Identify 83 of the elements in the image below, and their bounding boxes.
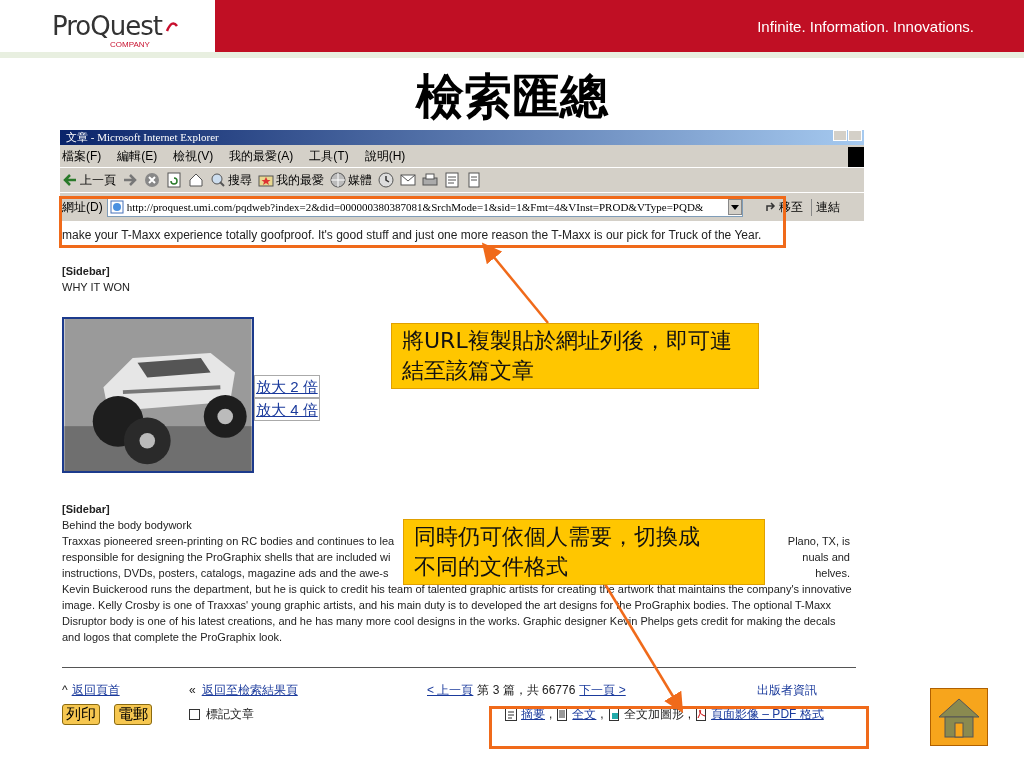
- refresh-icon: [166, 172, 182, 188]
- print-button[interactable]: 列印: [62, 703, 100, 725]
- slide-title: 檢索匯總: [416, 67, 608, 126]
- abstract-icon: [505, 707, 517, 721]
- envelope-icon: [400, 172, 416, 188]
- back-arrow-button[interactable]: 上一頁: [62, 171, 116, 189]
- comma-separator: ,: [687, 706, 692, 722]
- document-icon: [444, 172, 460, 188]
- menu-item[interactable]: 檔案(F): [62, 147, 102, 165]
- pdf-icon: [695, 707, 708, 721]
- checkbox[interactable]: [189, 708, 200, 720]
- back-to-top-link[interactable]: 返回頁首: [71, 682, 120, 698]
- dropdown-button[interactable]: [727, 199, 742, 215]
- article-text: Plano, TX, is: [787, 534, 850, 549]
- sidebar-heading: [Sidebar]: [62, 264, 111, 279]
- address-field[interactable]: http://proquest.umi.com/pqdweb?index=2&did=000000380387081&SrchMode=1&sid=1&Fmt=4&VInst=PROD&VType=PQD&: [106, 197, 743, 217]
- printer-icon: [422, 172, 438, 188]
- home-button[interactable]: [930, 688, 988, 746]
- links-label[interactable]: 連結: [815, 198, 840, 216]
- search-icon: [210, 172, 226, 188]
- page-graphic-icon: [607, 707, 620, 721]
- previous-link[interactable]: < 上一頁: [427, 682, 474, 698]
- caret-icon: [730, 204, 739, 210]
- double-chevron: «: [189, 682, 196, 698]
- article-text: responsible for designing the ProGraphix shells that are included wi: [62, 550, 391, 565]
- publisher-link[interactable]: 出版者資訊: [757, 682, 817, 698]
- caret-mark: ^: [62, 682, 68, 698]
- callout-note: 將URL複製貼於網址列後，即可連結至該篇文章: [391, 323, 759, 389]
- clock-icon: [378, 172, 394, 188]
- menu-item[interactable]: 說明(H): [364, 147, 406, 165]
- back-arrow-icon: [62, 172, 78, 188]
- globe-icon: [330, 172, 346, 188]
- printer-button[interactable]: [422, 172, 438, 188]
- format-link[interactable]: 全文: [572, 706, 597, 722]
- clock-button[interactable]: [378, 172, 394, 188]
- envelope-button[interactable]: [400, 172, 416, 188]
- forward-arrow-button[interactable]: [122, 172, 138, 188]
- stop-icon: [144, 172, 160, 188]
- window-title: 文章 - Microsoft Internet Explorer: [65, 130, 219, 145]
- format-link[interactable]: 頁面影像 – PDF 格式: [711, 706, 824, 722]
- tagline: Infinite. Information. Innovations.: [757, 17, 974, 35]
- article-text: instructions, DVDs, posters, catalogs, magazine ads and the awe-s: [62, 566, 389, 581]
- article-text: nuals and: [802, 550, 850, 565]
- house-icon: [188, 172, 204, 188]
- forward-arrow-icon: [122, 172, 138, 188]
- zoom-link[interactable]: 放大 4 倍: [254, 398, 320, 421]
- globe-button[interactable]: 媒體: [330, 171, 372, 189]
- house-button[interactable]: [188, 172, 204, 188]
- page-icon: [466, 172, 482, 188]
- sidebar-heading: [Sidebar]: [62, 502, 111, 517]
- results-link[interactable]: 返回至檢索結果頁: [201, 682, 298, 698]
- format-link[interactable]: 摘要: [521, 706, 545, 722]
- browser-page-icon: [109, 200, 124, 214]
- address-label: 網址(D): [62, 198, 103, 216]
- comma-separator: ,: [549, 706, 553, 722]
- email-button[interactable]: 電郵: [114, 703, 152, 725]
- sidebar-subtitle: Behind the body bodywork: [62, 518, 193, 533]
- menu-item[interactable]: 我的最愛(A): [229, 147, 294, 165]
- url-text: http://proquest.umi.com/pqdweb?index=2&did=000000380387081&SrchMode=1&sid=1&Fmt=4&VInst=PROD&VType=PQD&: [126, 201, 705, 213]
- logo-text: ProQuest: [52, 11, 162, 41]
- position-text: 第 3 篇，共 66776: [477, 682, 576, 698]
- logo-subtext: COMPANY: [110, 40, 150, 49]
- menu-item[interactable]: 編輯(E): [117, 147, 158, 165]
- page-icon: [556, 707, 569, 721]
- windows-logo-icon: [848, 147, 864, 167]
- article-text: helves.: [815, 566, 850, 581]
- comma-separator: ,: [600, 706, 604, 722]
- search-button[interactable]: 搜尋: [210, 171, 252, 189]
- folder-star-button[interactable]: 我的最愛: [258, 171, 324, 189]
- go-arrow-icon: [764, 201, 777, 213]
- refresh-button[interactable]: [166, 172, 182, 188]
- page-button[interactable]: [466, 172, 482, 188]
- article-paragraph: make your T-Maxx experience totally goofproof. It's good stuff and just one more reason the T-Maxx is our pick for Truck of the Year.: [62, 227, 763, 243]
- sidebar-subtitle: WHY IT WON: [62, 280, 132, 295]
- callout-note: 同時仍可依個人需要，切換成不同的文件格式: [403, 519, 765, 585]
- document-button[interactable]: [444, 172, 460, 188]
- menu-item[interactable]: 檢視(V): [173, 147, 214, 165]
- checkbox-label: 標記文章: [206, 706, 254, 722]
- stop-button[interactable]: [144, 172, 160, 188]
- next-link[interactable]: 下一頁 >: [579, 682, 626, 698]
- article-text: Traxxas pioneered sreen-printing on RC bodies and continues to lea: [62, 534, 395, 549]
- zoom-link[interactable]: 放大 2 倍: [254, 375, 320, 398]
- menu-item[interactable]: 工具(T): [309, 147, 349, 165]
